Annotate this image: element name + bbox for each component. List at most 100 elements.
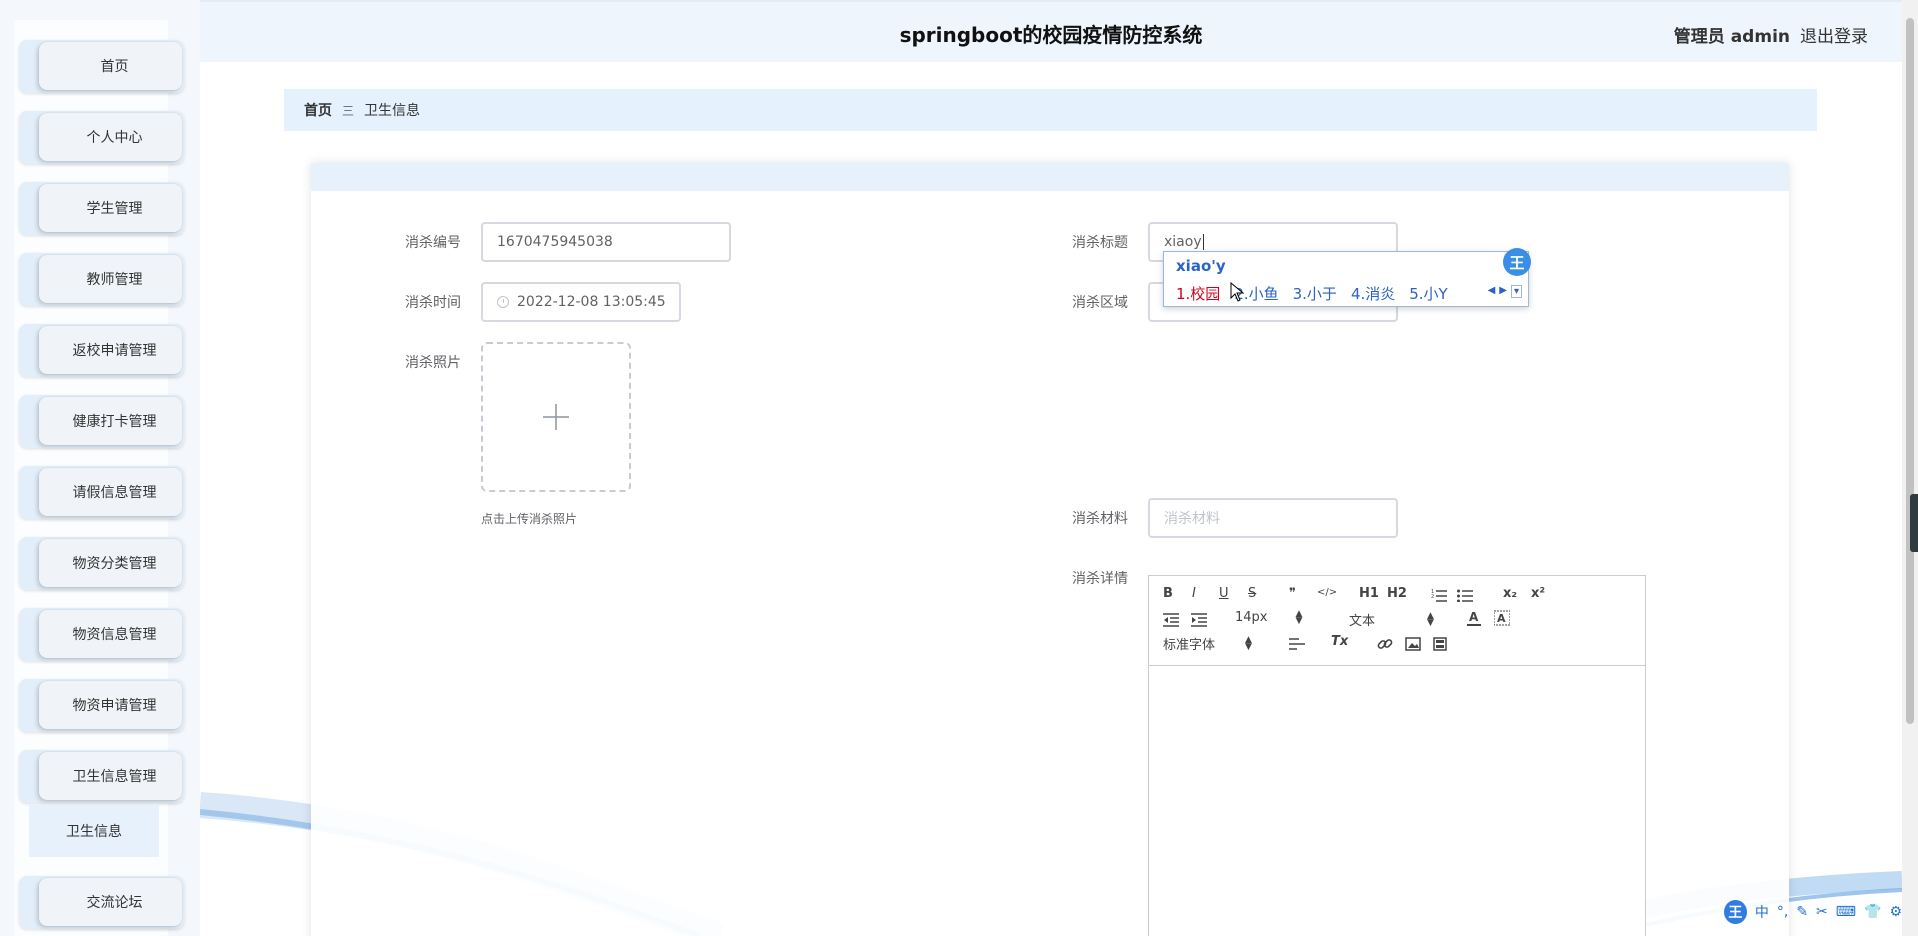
italic-button[interactable]: I (1192, 586, 1196, 601)
page-scrollbar[interactable] (1902, 0, 1918, 936)
breadcrumb-separator-icon: 三 (342, 103, 355, 118)
ime-keyboard-icon[interactable]: ⌨ (1836, 904, 1856, 920)
ime-handwrite-icon[interactable]: ✎ (1796, 904, 1808, 920)
app-root: springboot的校园疫情防控系统 管理员 admin 退出登录 首页 个人… (0, 0, 1918, 936)
sidebar-item-hygiene-manage[interactable]: 卫生信息管理 (19, 750, 184, 803)
font-color-icon[interactable]: A (1467, 610, 1481, 626)
select-arrows-icon: ▲ ▼ (1295, 608, 1303, 626)
ime-status-bar: 王 中 °, ✎ ✂ ⌨ 👕 ⚙ (1722, 899, 1902, 925)
time-picker[interactable]: 2022-12-08 13:05:45 (481, 282, 681, 322)
ordered-list-icon[interactable]: 1 2 (1431, 588, 1447, 602)
sidebar-item-supply-category[interactable]: 物资分类管理 (19, 537, 184, 590)
strike-button[interactable]: S (1248, 586, 1256, 601)
font-size-value: 14px (1235, 610, 1268, 625)
svg-text:A: A (1497, 612, 1506, 625)
sidebar-item-teachers[interactable]: 教师管理 (19, 253, 184, 306)
number-label: 消杀编号 (405, 235, 461, 251)
underline-button[interactable]: U (1219, 586, 1229, 601)
time-label: 消杀时间 (405, 295, 461, 311)
sidebar-item-return-apply[interactable]: 返校申请管理 (19, 324, 184, 377)
font-family-value: 标准字体 (1163, 638, 1216, 653)
sidebar-item-label: 健康打卡管理 (39, 397, 182, 445)
svg-text:A: A (1469, 610, 1479, 624)
sidebar-item-label: 物资信息管理 (39, 610, 182, 658)
sidebar-item-students[interactable]: 学生管理 (19, 182, 184, 235)
ime-settings-icon[interactable]: ⚙ (1889, 904, 1902, 920)
logout-link[interactable]: 退出登录 (1800, 22, 1868, 47)
title-label: 消杀标题 (1072, 235, 1128, 251)
text-caret (1202, 234, 1204, 250)
subscript-button[interactable]: x₂ (1503, 586, 1517, 601)
sidebar-item-label: 物资分类管理 (39, 539, 182, 587)
photo-label: 消杀照片 (405, 355, 461, 371)
ime-punctuation-icon[interactable]: °, (1777, 904, 1788, 920)
code-button[interactable]: </> (1317, 587, 1337, 598)
ime-composition: xiao'y (1176, 257, 1226, 275)
ime-scissors-icon[interactable]: ✂ (1816, 904, 1828, 920)
quote-button[interactable]: ❞ (1289, 586, 1296, 601)
h2-button[interactable]: H2 (1387, 586, 1407, 601)
material-input[interactable]: 消杀材料 (1148, 498, 1398, 538)
select-arrows-icon: ▲ ▼ (1427, 610, 1434, 628)
area-label: 消杀区域 (1072, 295, 1128, 311)
rich-text-editor: B I U S ❞ </> H1 H2 1 2 x₂ x² 14px ▲ ▼ 文… (1148, 575, 1646, 936)
sidebar-item-label: 交流论坛 (39, 878, 182, 926)
outdent-icon[interactable] (1163, 613, 1179, 627)
ime-candidate[interactable]: 3.小于 (1293, 283, 1337, 304)
ime-candidate[interactable]: 5.小Y (1409, 283, 1447, 304)
ime-logo-icon: 王 (1503, 248, 1531, 276)
photo-upload[interactable] (481, 342, 631, 492)
top-header: springboot的校园疫情防控系统 管理员 admin 退出登录 (200, 0, 1902, 62)
photo-upload-hint: 点击上传消杀照片 (481, 512, 578, 526)
ime-bar-logo-icon[interactable]: 王 (1724, 900, 1747, 924)
breadcrumb: 首页 三 卫生信息 (284, 89, 1817, 131)
ime-expand-icon[interactable]: ▾ (1510, 285, 1522, 298)
h1-button[interactable]: H1 (1359, 586, 1379, 601)
time-value: 2022-12-08 13:05:45 (517, 294, 666, 310)
sidebar-item-label: 请假信息管理 (39, 468, 182, 516)
side-widget-tab[interactable] (1910, 494, 1918, 552)
sidebar-item-personal-center[interactable]: 个人中心 (19, 111, 184, 164)
video-icon[interactable] (1433, 637, 1447, 651)
link-icon[interactable] (1377, 636, 1393, 652)
scrollbar-thumb[interactable] (1906, 18, 1914, 724)
number-input[interactable]: 1670475945038 (481, 222, 731, 262)
bullet-list-icon[interactable] (1457, 588, 1473, 602)
sidebar-item-home[interactable]: 首页 (19, 40, 184, 93)
card-header (311, 163, 1789, 191)
mouse-cursor-icon (1230, 282, 1244, 302)
ime-mode-toggle[interactable]: 中 (1755, 902, 1769, 922)
sidebar-item-supply-apply[interactable]: 物资申请管理 (19, 679, 184, 732)
indent-icon[interactable] (1191, 613, 1207, 627)
sidebar-item-health-checkin[interactable]: 健康打卡管理 (19, 395, 184, 448)
text-type-value: 文本 (1349, 614, 1376, 629)
font-family-select[interactable]: 标准字体 ▲ ▼ (1163, 634, 1252, 653)
image-icon[interactable] (1405, 637, 1421, 651)
font-size-select[interactable]: 14px ▲ ▼ (1235, 608, 1303, 626)
sidebar: 首页 个人中心 学生管理 教师管理 返校申请管理 健康打卡管理 请假信息管理 物… (0, 0, 200, 936)
sidebar-item-supply-info[interactable]: 物资信息管理 (19, 608, 184, 661)
sidebar-item-label: 物资申请管理 (39, 681, 182, 729)
sidebar-item-label: 首页 (39, 42, 182, 90)
ime-prev-icon[interactable]: ◀ (1488, 285, 1496, 298)
superscript-button[interactable]: x² (1531, 586, 1545, 601)
text-type-select[interactable]: 文本 ▲ ▼ (1349, 610, 1434, 629)
bold-button[interactable]: B (1163, 586, 1173, 601)
ime-skin-icon[interactable]: 👕 (1864, 904, 1881, 920)
sidebar-item-leave[interactable]: 请假信息管理 (19, 466, 184, 519)
breadcrumb-current: 卫生信息 (364, 103, 421, 119)
ime-candidate[interactable]: 1.校园 (1176, 283, 1220, 304)
sidebar-item-forum[interactable]: 交流论坛 (19, 876, 184, 929)
breadcrumb-home[interactable]: 首页 (304, 100, 332, 120)
sidebar-item-label: 个人中心 (39, 113, 182, 161)
title-value: xiaoy (1164, 234, 1202, 250)
background-color-icon[interactable]: A (1494, 610, 1510, 626)
sidebar-item-label: 返校申请管理 (39, 326, 182, 374)
align-left-icon[interactable] (1289, 638, 1305, 650)
clock-icon (497, 296, 509, 308)
sidebar-subitem-hygiene-info[interactable]: 卫生信息 (29, 805, 159, 857)
editor-content-area[interactable] (1149, 667, 1645, 936)
ime-candidate[interactable]: 4.消炎 (1351, 283, 1395, 304)
clear-format-button[interactable]: Tx (1331, 634, 1348, 649)
ime-next-icon[interactable]: ▶ (1499, 285, 1507, 298)
